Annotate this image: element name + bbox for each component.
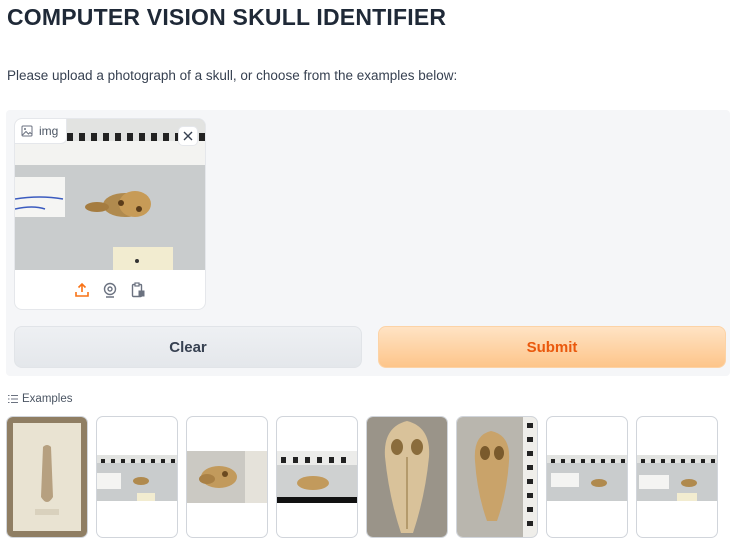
example-2[interactable] (96, 416, 178, 538)
skull-top-view-with-ruler-thumbnail (457, 417, 537, 537)
clear-button[interactable]: Clear (14, 326, 362, 368)
examples-header: Examples (8, 393, 73, 405)
close-icon (183, 131, 193, 141)
skull-in-display-case-thumbnail (7, 417, 87, 537)
skull-with-ruler-thumbnail (547, 455, 627, 501)
skull-with-ruler-thumbnail (637, 455, 717, 501)
skull-side-closeup-thumbnail (187, 451, 267, 503)
example-7[interactable] (546, 416, 628, 538)
clipboard-icon (131, 281, 145, 297)
example-6[interactable] (456, 416, 538, 538)
image-label-text: img (39, 124, 59, 138)
webcam-button[interactable] (101, 281, 119, 299)
webcam-icon (103, 282, 117, 298)
example-3[interactable] (186, 416, 268, 538)
example-1[interactable] (6, 416, 88, 538)
page-subtitle: Please upload a photograph of a skull, o… (7, 68, 458, 83)
close-button[interactable] (178, 126, 198, 146)
example-8[interactable] (636, 416, 718, 538)
image-source-toolbar (15, 270, 205, 309)
skull-with-ruler-thumbnail (277, 451, 357, 503)
example-5[interactable] (366, 416, 448, 538)
examples-label: Examples (22, 393, 73, 405)
skull-top-view-thumbnail (367, 417, 447, 537)
upload-button[interactable] (73, 281, 91, 299)
clipboard-button[interactable] (129, 281, 147, 299)
image-input[interactable]: img (14, 118, 206, 310)
page-title: COMPUTER VISION SKULL IDENTIFIER (7, 4, 447, 30)
example-4[interactable] (276, 416, 358, 538)
skull-with-ruler-thumbnail (97, 455, 177, 501)
list-icon (8, 395, 18, 403)
upload-icon (75, 282, 89, 297)
submit-button[interactable]: Submit (378, 326, 726, 368)
image-label: img (15, 119, 68, 144)
image-icon (21, 125, 33, 137)
